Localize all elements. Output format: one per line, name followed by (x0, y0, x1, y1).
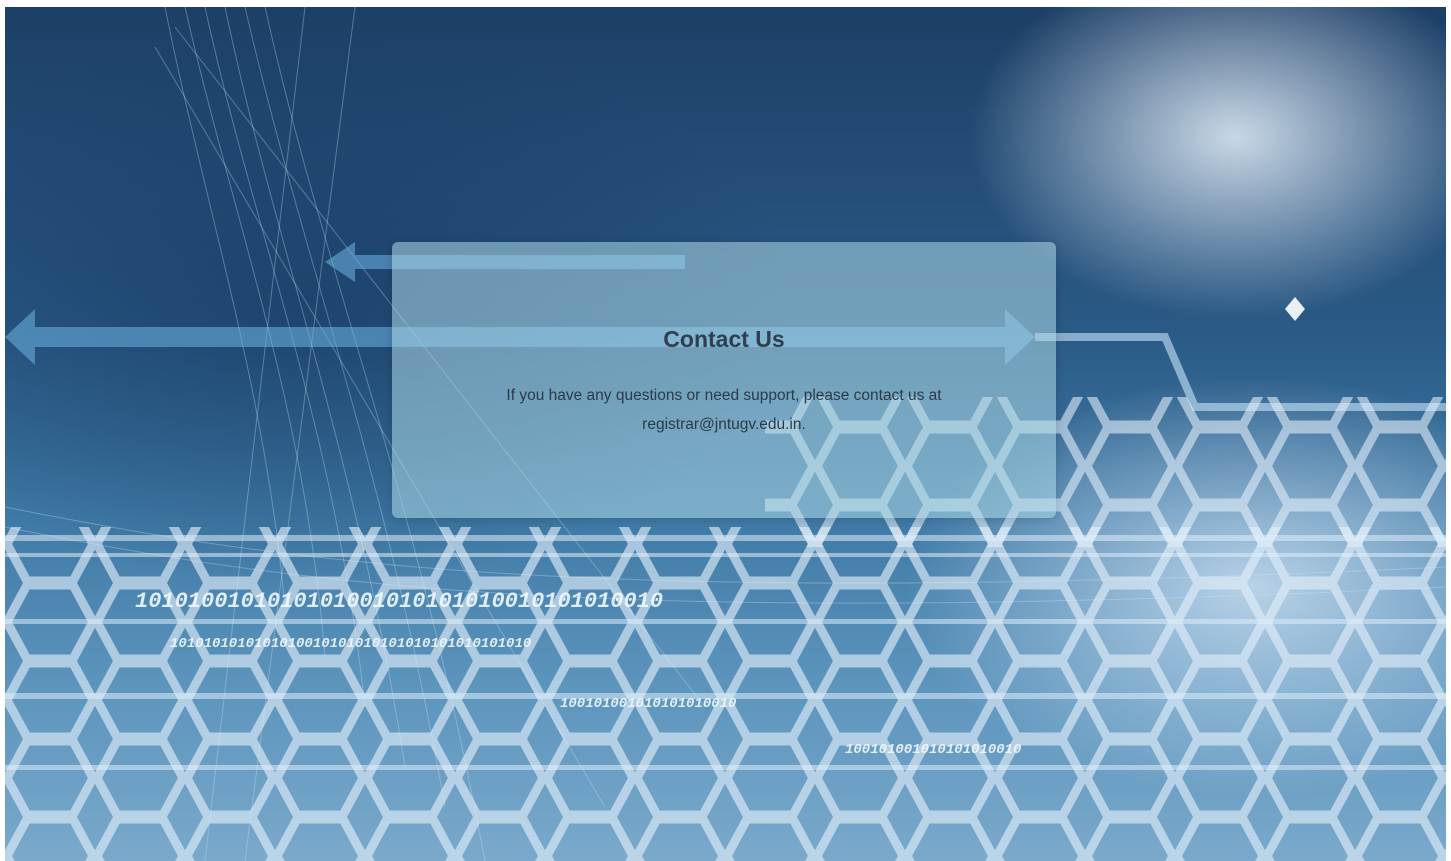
contact-card: Contact Us If you have any questions or … (392, 242, 1056, 518)
binary-line-4: 100101001010101010010 (845, 742, 1021, 758)
contact-title: Contact Us (663, 326, 785, 352)
contact-message: If you have any questions or need suppor… (504, 381, 944, 439)
contact-message-text: If you have any questions or need suppor… (506, 387, 942, 404)
contact-message-suffix: . (801, 416, 806, 433)
binary-line-2: 1010101010101010010101010101010101010101… (170, 636, 531, 652)
binary-line-3: 100101001010101010010 (560, 696, 736, 712)
binary-line-1: 1010100101010101001010101010010101010010 (135, 589, 663, 614)
contact-email[interactable]: registrar@jntugv.edu.in (642, 416, 801, 433)
